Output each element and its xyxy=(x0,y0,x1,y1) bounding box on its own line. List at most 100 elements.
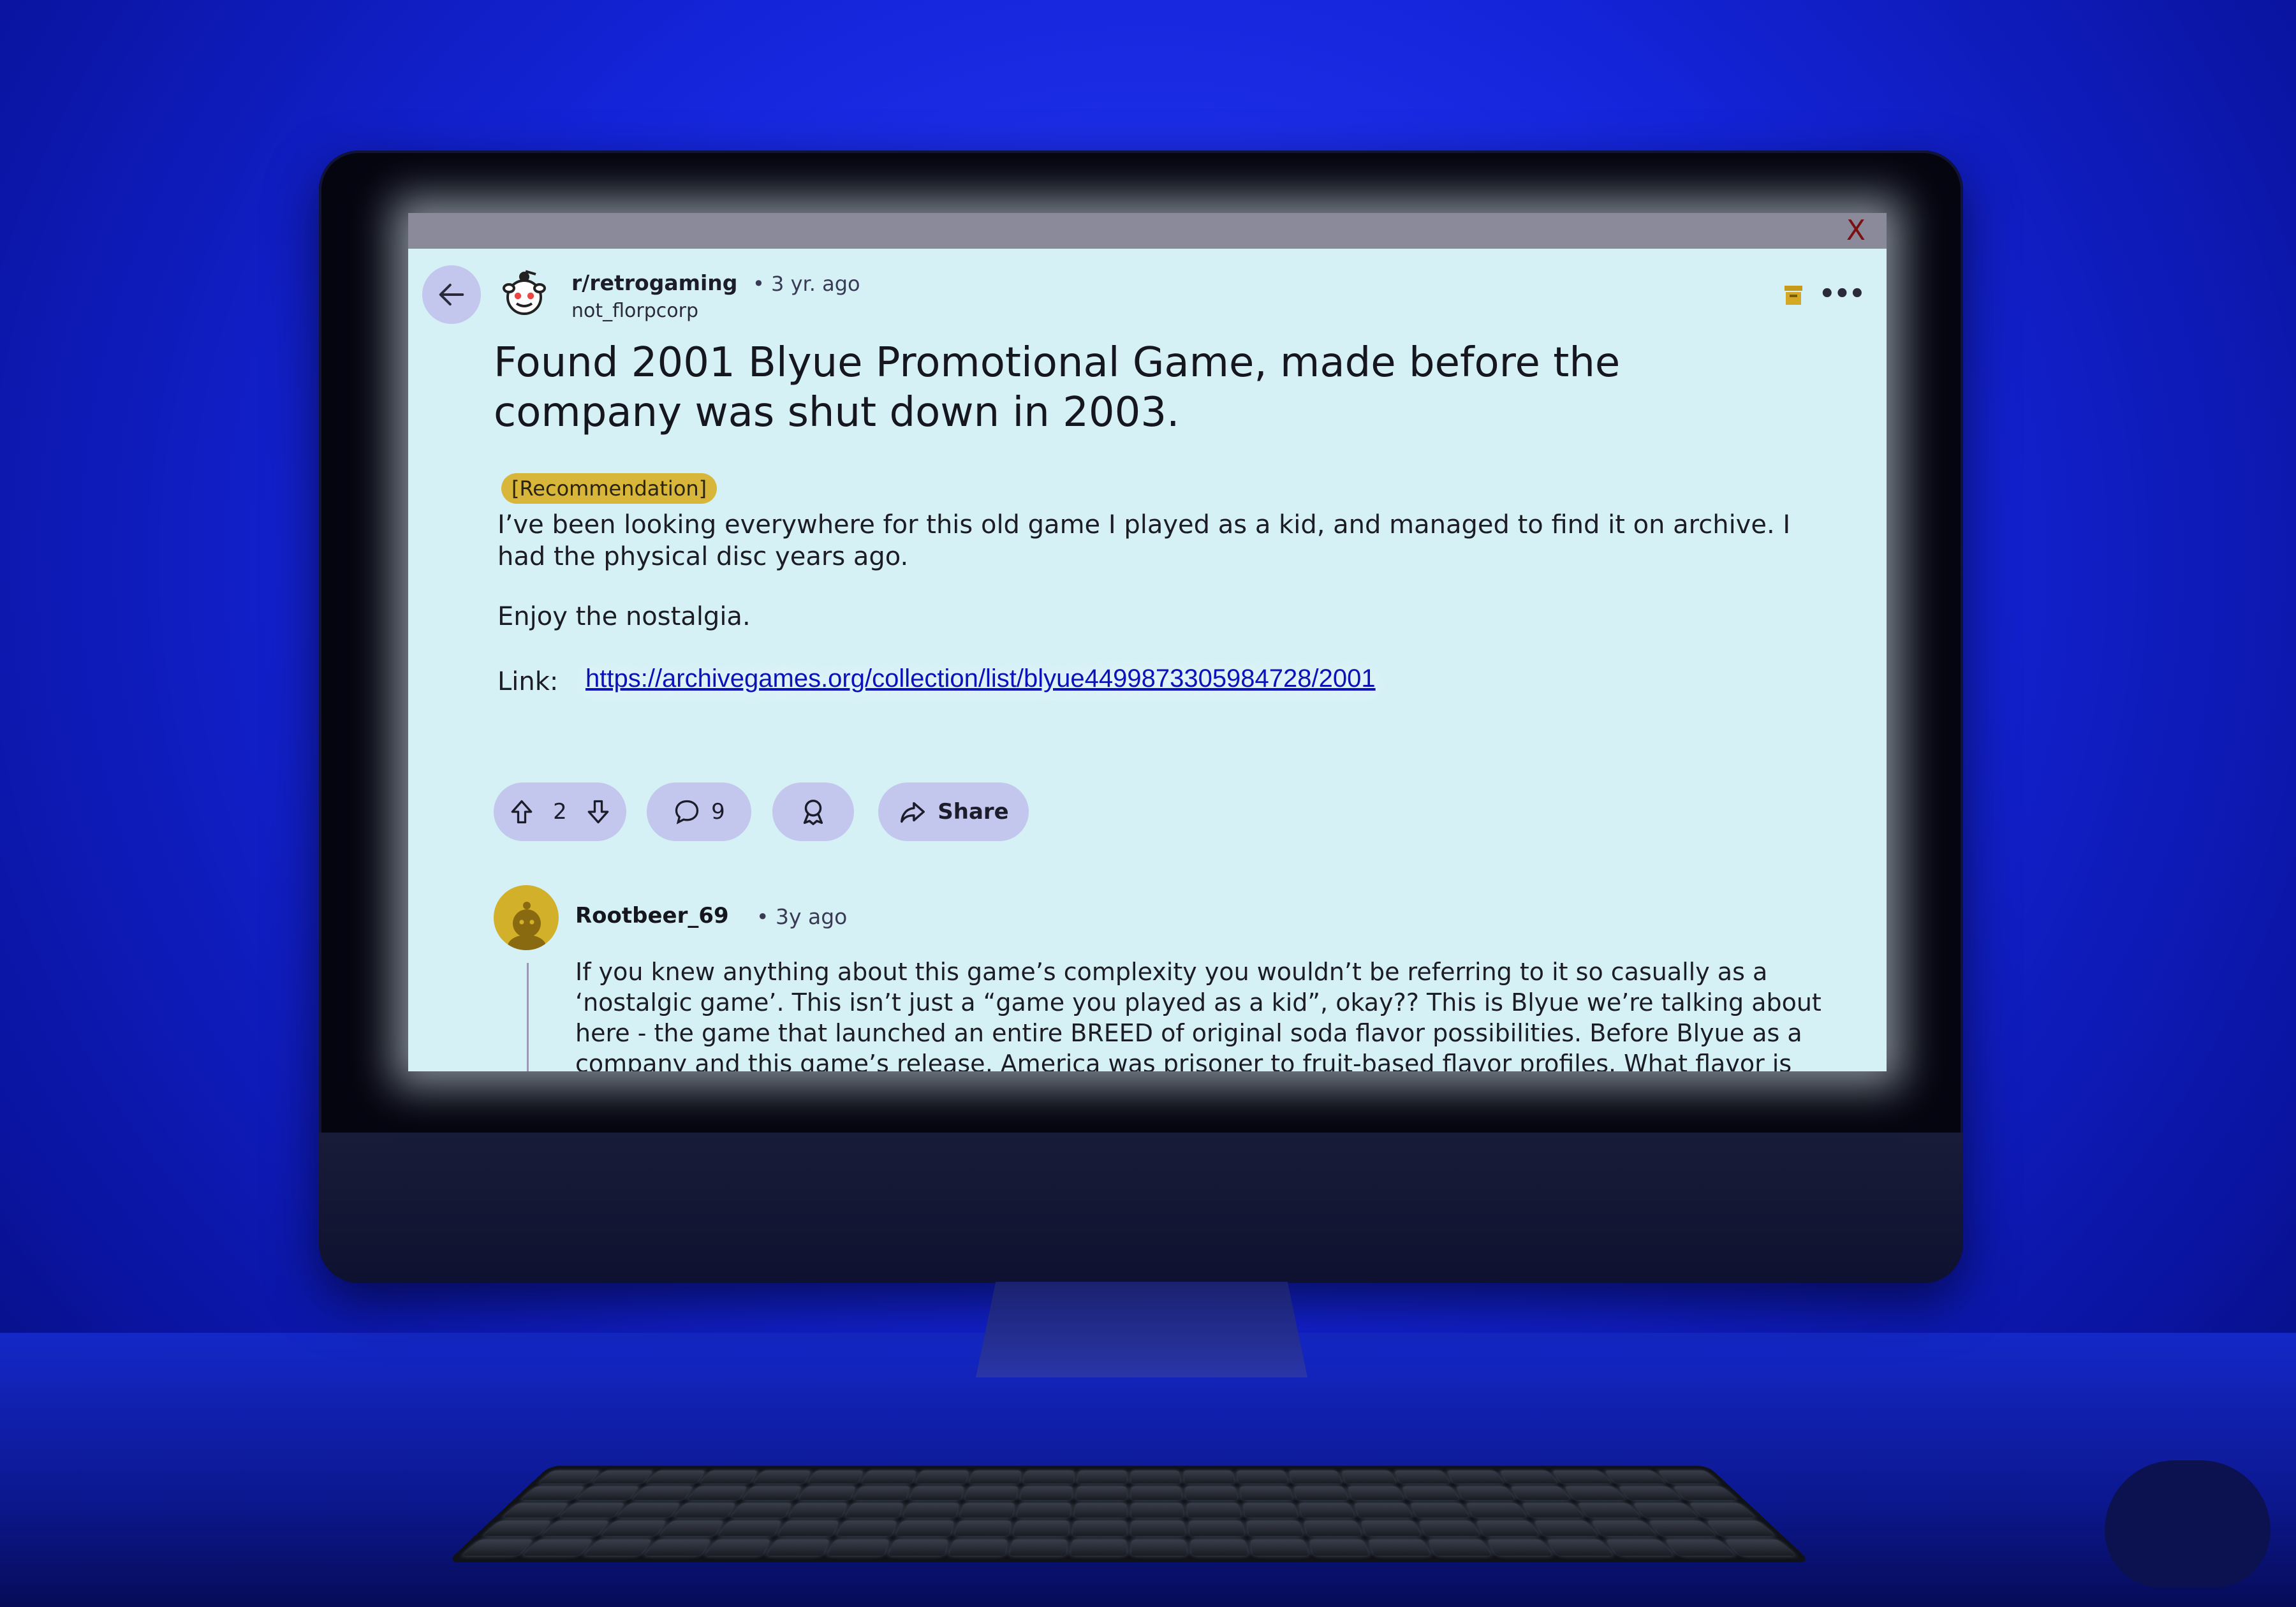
keyboard-key xyxy=(1242,1502,1298,1518)
post-age: • 3 yr. ago xyxy=(753,272,860,296)
keyboard-key xyxy=(1418,1520,1480,1536)
comment-author[interactable]: Rootbeer_69 xyxy=(575,903,729,928)
keyboard-key xyxy=(1533,1520,1598,1536)
keyboard-key xyxy=(1293,1486,1349,1501)
post-body-text: I’ve been looking everywhere for this ol… xyxy=(497,510,1791,571)
keyboard-key xyxy=(659,1520,725,1536)
comment-icon xyxy=(675,800,699,825)
keyboard-key xyxy=(1618,1486,1681,1501)
keyboard-key xyxy=(1401,1486,1459,1501)
keyboard-key xyxy=(700,1471,759,1484)
keyboard-key xyxy=(462,1539,534,1556)
keyboard-key xyxy=(1354,1502,1413,1518)
keyboard-key xyxy=(601,1520,667,1536)
keyboard-key xyxy=(719,1520,782,1536)
keyboard-key xyxy=(1577,1502,1641,1518)
post-author[interactable]: not_florpcorp xyxy=(571,300,698,322)
keyboard-key xyxy=(853,1486,910,1501)
keyboard-key xyxy=(1546,1539,1614,1556)
keyboard-key xyxy=(1070,1539,1127,1556)
keyboard-key xyxy=(836,1520,897,1536)
comments-button[interactable]: 9 xyxy=(647,782,751,841)
keyboard-key xyxy=(960,1502,1015,1518)
keyboard-key xyxy=(1361,1520,1422,1536)
keyboard-key xyxy=(1131,1520,1186,1536)
keyboard-key xyxy=(503,1502,570,1518)
keyboard-key xyxy=(827,1539,890,1556)
keyboard-key xyxy=(1185,1486,1238,1501)
keyboard-key xyxy=(1455,1486,1515,1501)
keyboard-key xyxy=(1131,1539,1188,1556)
post-flair[interactable]: [Recommendation] xyxy=(501,473,718,504)
upvote-icon[interactable] xyxy=(508,798,536,826)
keyboard-key xyxy=(1487,1539,1552,1556)
window-titlebar: X xyxy=(408,213,1887,249)
keyboard-key xyxy=(644,1539,712,1556)
keyboard-key xyxy=(538,1471,601,1484)
keyboard-key xyxy=(798,1486,857,1501)
keyboard-key xyxy=(1604,1471,1665,1484)
keyboard-key xyxy=(743,1486,802,1501)
keyboard-key xyxy=(1023,1471,1075,1484)
keyboard-key xyxy=(777,1520,839,1536)
keyboard xyxy=(446,1465,1811,1562)
keyboard-key xyxy=(705,1539,771,1556)
monitor-stand xyxy=(976,1282,1307,1377)
keyboard-key xyxy=(521,1486,585,1501)
subreddit-avatar-icon[interactable] xyxy=(496,267,552,323)
keyboard-key xyxy=(969,1471,1022,1484)
keyboard-key xyxy=(1239,1486,1293,1501)
keyboard-key xyxy=(1465,1502,1527,1518)
keyboard-key xyxy=(1348,1486,1404,1501)
post-closing-text: Enjoy the nostalgia. xyxy=(497,602,751,631)
keyboard-key xyxy=(1723,1539,1796,1556)
vote-control: 2 xyxy=(494,782,626,841)
keyboard-key xyxy=(731,1502,792,1518)
keyboard-key xyxy=(1187,1502,1241,1518)
more-icon[interactable]: ••• xyxy=(1819,279,1866,309)
keyboard-key xyxy=(577,1486,640,1501)
keyboard-key xyxy=(1368,1539,1431,1556)
keyboard-key xyxy=(902,1502,960,1518)
keyboard-key xyxy=(1236,1471,1288,1484)
keyboard-key xyxy=(1303,1520,1362,1536)
keyboard-key xyxy=(1077,1471,1127,1484)
keyboard-key xyxy=(1183,1471,1235,1484)
keyboard-key xyxy=(766,1539,830,1556)
keyboard-key xyxy=(1409,1502,1469,1518)
keyboard-key xyxy=(1672,1486,1737,1501)
link-label: Link: xyxy=(497,667,559,696)
downvote-icon[interactable] xyxy=(584,798,612,826)
keyboard-key xyxy=(1564,1486,1626,1501)
keyboard-key xyxy=(1298,1502,1355,1518)
keyboard-key xyxy=(1394,1471,1450,1484)
keyboard-key xyxy=(1605,1539,1674,1556)
mouse xyxy=(2105,1460,2270,1588)
archive-link[interactable]: https://archivegames.org/collection/list… xyxy=(585,664,1376,693)
post-title: Found 2001 Blyue Promotional Game, made … xyxy=(494,339,1621,436)
user-avatar-icon[interactable] xyxy=(494,885,559,950)
keyboard-key xyxy=(1591,1520,1657,1536)
share-button[interactable]: Share xyxy=(878,782,1029,841)
comment-body: If you knew anything about this game’s c… xyxy=(575,958,1821,1071)
comment-thread-line[interactable] xyxy=(527,963,529,1071)
close-window-button[interactable]: X xyxy=(1841,216,1871,246)
keyboard-key xyxy=(1657,1471,1719,1484)
award-icon xyxy=(803,800,823,825)
keyboard-key xyxy=(888,1539,949,1556)
keyboard-key xyxy=(1131,1486,1182,1501)
keyboard-key xyxy=(1427,1539,1492,1556)
keyboard-key xyxy=(1705,1520,1775,1536)
keyboard-key xyxy=(964,1486,1019,1501)
keyboard-key xyxy=(592,1471,654,1484)
keyboard-key xyxy=(688,1486,748,1501)
comment-count: 9 xyxy=(711,799,725,825)
post-body: I’ve been looking everywhere for this ol… xyxy=(497,509,1799,573)
award-button[interactable] xyxy=(772,782,854,841)
keyboard-key xyxy=(1309,1539,1370,1556)
keyboard-key xyxy=(1188,1520,1244,1536)
keyboard-key xyxy=(523,1539,593,1556)
subreddit-name[interactable]: r/retrogaming xyxy=(571,270,737,295)
browser-screen: X r/retrogaming • 3 yr. ago not_florpcor… xyxy=(408,213,1887,1071)
back-button[interactable] xyxy=(422,265,481,324)
